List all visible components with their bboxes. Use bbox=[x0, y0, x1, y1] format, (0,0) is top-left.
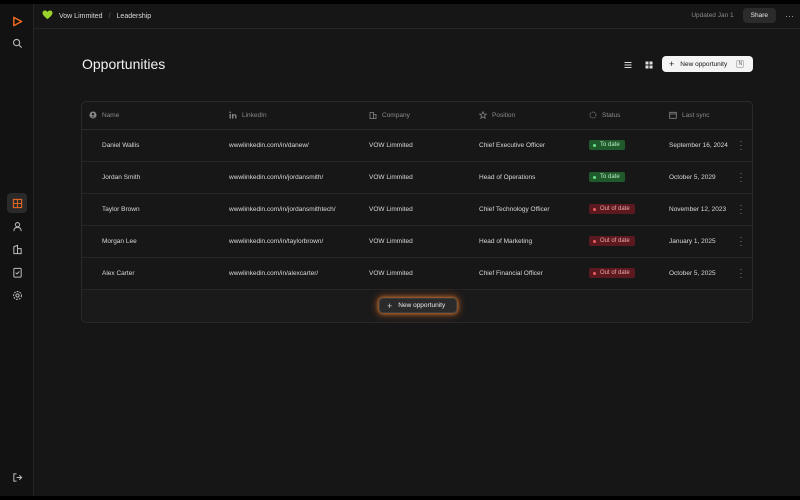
cell-company: VOW Limmited bbox=[369, 174, 413, 181]
table-row[interactable]: Morgan Lee wwwlinkedin.com/in/taylorbrow… bbox=[82, 226, 752, 258]
status-badge: To date bbox=[589, 172, 625, 182]
share-button[interactable]: Share bbox=[742, 8, 776, 23]
new-opportunity-label: New opportunity bbox=[680, 60, 728, 68]
cell-last-sync: January 1, 2025 bbox=[669, 238, 716, 245]
top-bar: Vow Limmited / Leadership Updated Jan 1 … bbox=[34, 4, 800, 29]
table-icon[interactable] bbox=[7, 193, 27, 213]
cell-name: Morgan Lee bbox=[102, 238, 137, 245]
person-icon[interactable] bbox=[7, 216, 27, 236]
building-small-icon bbox=[369, 112, 377, 119]
cell-company: VOW Limmited bbox=[369, 270, 413, 277]
app-window: Vow Limmited / Leadership Updated Jan 1 … bbox=[0, 4, 800, 496]
cell-name: Jordan Smith bbox=[102, 174, 141, 181]
star-icon bbox=[479, 111, 487, 119]
settings-icon[interactable] bbox=[7, 285, 27, 305]
table-header: Name LinkedIn Company Position Status La… bbox=[82, 102, 752, 130]
row-menu-icon[interactable]: · · · bbox=[738, 170, 744, 186]
column-position[interactable]: Position bbox=[479, 111, 515, 119]
grid-view-icon[interactable] bbox=[643, 59, 655, 71]
new-opportunity-button[interactable]: + New opportunity N bbox=[662, 56, 753, 72]
breadcrumb-separator: / bbox=[108, 12, 111, 20]
list-view-icon[interactable] bbox=[622, 59, 634, 71]
status-badge: Out of date bbox=[589, 268, 635, 278]
checklist-icon[interactable] bbox=[7, 262, 27, 282]
cell-last-sync: September 16, 2024 bbox=[669, 142, 728, 149]
cell-linkedin[interactable]: wwwlinkedin.com/in/jordansmithtech/ bbox=[229, 206, 336, 213]
cell-position: Chief Technology Officer bbox=[479, 206, 550, 213]
cell-name: Daniel Wallis bbox=[102, 142, 140, 149]
column-company[interactable]: Company bbox=[369, 111, 410, 119]
add-row-button[interactable]: + New opportunity bbox=[379, 298, 457, 313]
plus-icon: + bbox=[387, 300, 393, 311]
cell-company: VOW Limmited bbox=[369, 238, 413, 245]
shortcut-key: N bbox=[736, 60, 745, 68]
cell-last-sync: November 12, 2023 bbox=[669, 206, 727, 213]
cell-position: Head of Operations bbox=[479, 174, 536, 181]
person-circle-icon bbox=[89, 111, 97, 119]
status-badge: To date bbox=[589, 140, 625, 150]
cell-linkedin[interactable]: wwwlinkedin.com/in/jordansmith/ bbox=[229, 174, 323, 181]
updated-timestamp: Updated Jan 1 bbox=[691, 12, 734, 19]
row-menu-icon[interactable]: · · · bbox=[738, 202, 744, 218]
cell-linkedin[interactable]: wwwlinkedin.com/in/alexcarter/ bbox=[229, 270, 318, 277]
cell-last-sync: October 5, 2029 bbox=[669, 174, 716, 181]
play-logo-icon[interactable] bbox=[7, 11, 27, 31]
sidebar-rail bbox=[0, 4, 34, 496]
status-badge: Out of date bbox=[589, 204, 635, 214]
cell-linkedin[interactable]: wwwlinkedin.com/in/danew/ bbox=[229, 142, 309, 149]
column-linkedin[interactable]: LinkedIn bbox=[229, 111, 267, 119]
linkedin-icon bbox=[229, 111, 237, 119]
table-row[interactable]: Alex Carter wwwlinkedin.com/in/alexcarte… bbox=[82, 258, 752, 290]
cell-last-sync: October 5, 2025 bbox=[669, 270, 716, 277]
row-menu-icon[interactable]: · · · bbox=[738, 234, 744, 250]
cell-linkedin[interactable]: wwwlinkedin.com/in/taylorbrown/ bbox=[229, 238, 323, 245]
breadcrumb-workspace[interactable]: Vow Limmited bbox=[59, 13, 103, 20]
logout-icon[interactable] bbox=[7, 467, 27, 487]
column-status[interactable]: Status bbox=[589, 111, 620, 119]
cell-position: Chief Executive Officer bbox=[479, 142, 545, 149]
heart-logo-icon bbox=[42, 10, 53, 22]
plus-icon: + bbox=[669, 59, 675, 69]
breadcrumb: Vow Limmited / Leadership bbox=[42, 10, 151, 22]
cell-company: VOW Limmited bbox=[369, 206, 413, 213]
search-icon[interactable] bbox=[7, 33, 27, 53]
row-menu-icon[interactable]: · · · bbox=[738, 266, 744, 282]
calendar-icon bbox=[669, 111, 677, 119]
cell-position: Chief Financial Officer bbox=[479, 270, 543, 277]
cell-company: VOW Limmited bbox=[369, 142, 413, 149]
column-last-sync[interactable]: Last sync bbox=[669, 111, 709, 119]
opportunities-table: Name LinkedIn Company Position Status La… bbox=[81, 101, 753, 323]
cell-position: Head of Marketing bbox=[479, 238, 533, 245]
table-row[interactable]: Taylor Brown wwwlinkedin.com/in/jordansm… bbox=[82, 194, 752, 226]
column-name[interactable]: Name bbox=[89, 111, 119, 119]
breadcrumb-current[interactable]: Leadership bbox=[117, 13, 152, 20]
table-row[interactable]: Daniel Wallis wwwlinkedin.com/in/danew/ … bbox=[82, 130, 752, 162]
cell-name: Taylor Brown bbox=[102, 206, 140, 213]
building-icon[interactable] bbox=[7, 239, 27, 259]
page-title: Opportunities bbox=[82, 56, 166, 72]
status-spinner-icon bbox=[589, 111, 597, 119]
cell-name: Alex Carter bbox=[102, 270, 135, 277]
row-menu-icon[interactable]: · · · bbox=[738, 138, 744, 154]
more-options-button[interactable]: ··· bbox=[785, 11, 794, 21]
table-row[interactable]: Jordan Smith wwwlinkedin.com/in/jordansm… bbox=[82, 162, 752, 194]
status-badge: Out of date bbox=[589, 236, 635, 246]
add-row-label: New opportunity bbox=[398, 302, 446, 309]
